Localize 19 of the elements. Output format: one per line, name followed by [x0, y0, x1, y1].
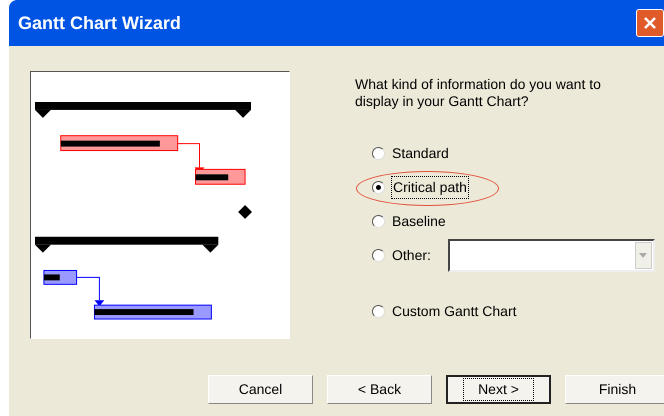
close-button[interactable]	[636, 9, 664, 37]
radio-button[interactable]	[372, 248, 385, 262]
radio-button[interactable]	[372, 146, 385, 160]
window-title: Gantt Chart Wizard	[18, 12, 181, 34]
radio-button[interactable]	[372, 180, 385, 194]
option-label[interactable]: Standard	[391, 142, 450, 164]
option-label[interactable]: Baseline	[391, 210, 447, 232]
dialog-button[interactable]: < Back	[327, 375, 432, 404]
dialog-button[interactable]: Finish	[565, 375, 664, 404]
dialog-button[interactable]: Next >	[446, 375, 551, 404]
option-label[interactable]: Custom Gantt Chart	[391, 300, 518, 322]
option-label[interactable]: Other:	[391, 244, 432, 266]
dialog-button[interactable]: Cancel	[208, 375, 313, 404]
other-dropdown[interactable]	[448, 238, 655, 272]
close-icon	[643, 16, 657, 30]
radio-button[interactable]	[372, 214, 385, 228]
question-text: What kind of information do you want to display in your Gantt Chart?	[355, 76, 602, 110]
option-label[interactable]: Critical path	[391, 176, 469, 198]
radio-button[interactable]	[372, 304, 385, 318]
